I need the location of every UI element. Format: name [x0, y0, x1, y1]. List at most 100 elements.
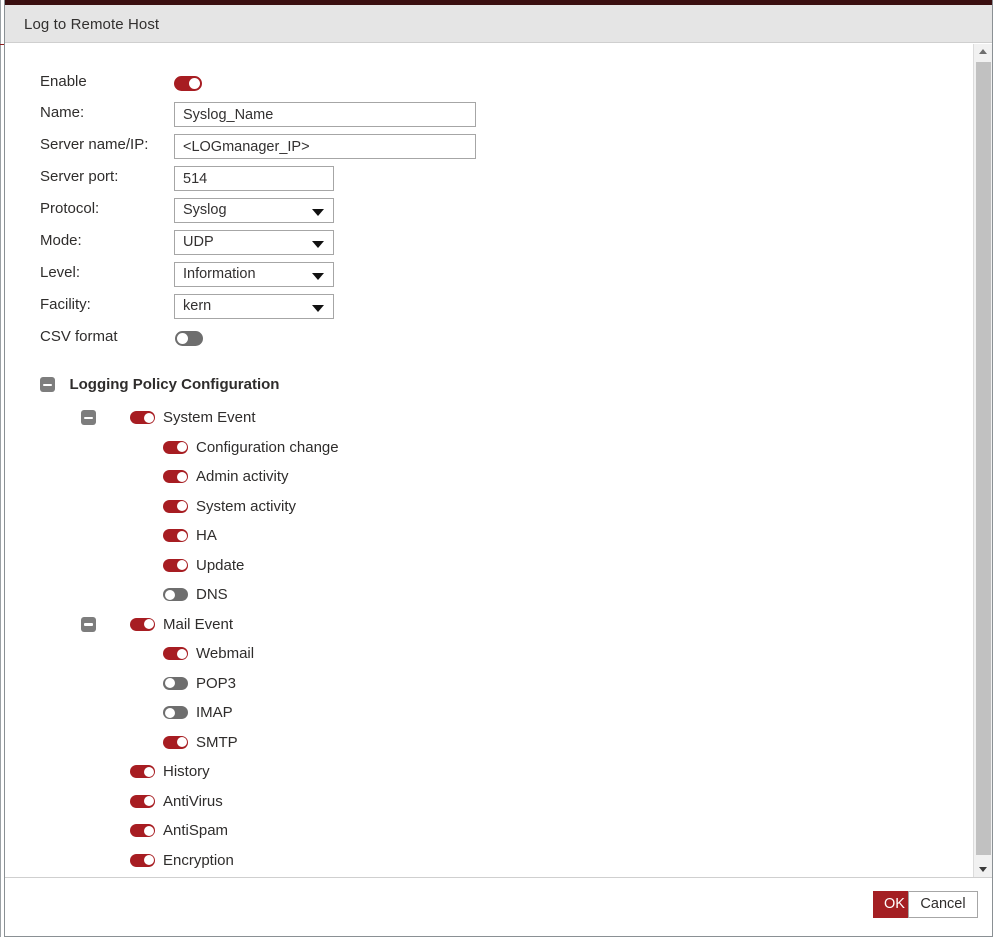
- scrollbar-up-button[interactable]: [974, 44, 992, 60]
- server-name-ip-label: Server name/IP:: [40, 136, 149, 153]
- toggle-switch-on-icon[interactable]: [163, 735, 188, 749]
- level-select[interactable]: Information: [174, 262, 334, 287]
- tree-node-label: Update: [196, 556, 245, 574]
- tree-node-label: SMTP: [196, 733, 238, 751]
- enable-toggle[interactable]: [174, 75, 202, 93]
- tree-node: AntiVirus: [130, 793, 223, 817]
- toggle-switch-off-icon[interactable]: [163, 676, 188, 690]
- tree-node-label: AntiSpam: [163, 822, 229, 840]
- toggle-knob: [164, 707, 175, 718]
- server-name-ip-input[interactable]: [174, 134, 476, 159]
- toggle-switch-on-icon[interactable]: [130, 617, 155, 631]
- field-row-mode: Mode: UDP: [5, 230, 525, 256]
- toggle-switch-off-icon[interactable]: [163, 588, 188, 602]
- dialog-title: Log to Remote Host: [24, 16, 160, 33]
- toggle-knob: [164, 678, 175, 689]
- mode-select[interactable]: UDP: [174, 230, 334, 255]
- collapse-minus-icon[interactable]: [81, 616, 96, 632]
- dialog-scrollbar[interactable]: [973, 44, 992, 877]
- tree-node-root: Logging Policy Configuration: [40, 376, 279, 400]
- tree-node-label: Mail Event: [163, 615, 234, 633]
- field-row-server-name-ip: Server name/IP:: [5, 134, 525, 160]
- mode-selected-value: UDP: [183, 234, 214, 250]
- toggle-switch-off-icon: [175, 331, 203, 347]
- toggle-switch-on-icon: [174, 76, 202, 92]
- dialog-body: Enable Name: Server name/IP: Server port…: [5, 44, 992, 877]
- log-to-remote-host-dialog: Log to Remote Host Enable Name: Server n…: [4, 0, 993, 937]
- facility-label: Facility:: [40, 296, 91, 313]
- chevron-down-icon: [312, 305, 324, 312]
- chevron-down-icon: [312, 209, 324, 216]
- toggle-switch-on-icon[interactable]: [130, 765, 155, 779]
- tree-node: IMAP: [163, 704, 233, 728]
- csv-format-label: CSV format: [40, 328, 118, 345]
- triangle-up-icon: [979, 49, 987, 54]
- tree-node: System Event: [81, 409, 256, 433]
- tree-node-label: IMAP: [196, 704, 233, 722]
- toggle-switch-on-icon[interactable]: [163, 529, 188, 543]
- tree-node: AntiSpam: [130, 822, 228, 846]
- toggle-knob: [143, 825, 154, 836]
- protocol-label: Protocol:: [40, 200, 100, 217]
- toggle-switch-on-icon[interactable]: [163, 647, 188, 661]
- toggle-knob: [176, 530, 187, 541]
- field-row-name: Name:: [5, 102, 525, 128]
- name-input[interactable]: [174, 102, 476, 127]
- toggle-switch-on-icon[interactable]: [130, 411, 155, 425]
- server-port-input[interactable]: [174, 166, 334, 191]
- toggle-switch-on-icon[interactable]: [130, 853, 155, 867]
- tree-node: Admin activity: [163, 468, 289, 492]
- chevron-down-icon: [312, 241, 324, 248]
- tree-node-label: Admin activity: [196, 468, 289, 486]
- facility-select[interactable]: kern: [174, 294, 334, 319]
- toggle-switch-on-icon[interactable]: [163, 440, 188, 454]
- scrollbar-down-button[interactable]: [974, 861, 992, 877]
- tree-root-label: Logging Policy Configuration: [69, 376, 280, 394]
- dialog-title-bar: Log to Remote Host: [5, 5, 992, 43]
- tree-node: Update: [163, 557, 244, 581]
- field-row-protocol: Protocol: Syslog: [5, 198, 525, 224]
- tree-node: Encryption: [130, 852, 234, 876]
- toggle-switch-off-icon[interactable]: [163, 706, 188, 720]
- toggle-switch-on-icon[interactable]: [163, 499, 188, 513]
- toggle-switch-on-icon[interactable]: [130, 824, 155, 838]
- field-row-csv-format: CSV format: [5, 326, 525, 352]
- server-port-label: Server port:: [40, 168, 119, 185]
- tree-node: Mail Event: [81, 616, 233, 640]
- tree-node-label: System Event: [163, 409, 256, 427]
- toggle-switch-on-icon[interactable]: [130, 794, 155, 808]
- tree-node: History: [130, 763, 210, 787]
- toggle-knob: [176, 737, 187, 748]
- tree-node-label: Webmail: [196, 645, 255, 663]
- csv-format-toggle[interactable]: [175, 330, 203, 348]
- triangle-down-icon: [979, 867, 987, 872]
- tree-node-label: DNS: [196, 586, 228, 604]
- field-row-facility: Facility: kern: [5, 294, 525, 320]
- scrollbar-thumb[interactable]: [976, 62, 991, 855]
- tree-node-label: AntiVirus: [163, 792, 223, 810]
- protocol-selected-value: Syslog: [183, 202, 227, 218]
- tree-node: System activity: [163, 498, 296, 522]
- toggle-knob: [143, 766, 154, 777]
- tree-node-label: History: [163, 763, 210, 781]
- dialog-footer: OK Cancel: [5, 877, 992, 936]
- tree-node: Webmail: [163, 645, 254, 669]
- collapse-minus-icon[interactable]: [40, 377, 55, 393]
- toggle-knob: [143, 796, 154, 807]
- toggle-switch-on-icon[interactable]: [163, 558, 188, 572]
- toggle-knob: [143, 412, 154, 423]
- toggle-switch-on-icon[interactable]: [163, 470, 188, 484]
- collapse-minus-icon[interactable]: [81, 410, 96, 426]
- name-label: Name:: [40, 104, 85, 121]
- field-row-level: Level: Information: [5, 262, 525, 288]
- level-label: Level:: [40, 264, 81, 281]
- tree-node-label: Encryption: [163, 851, 234, 869]
- toggle-knob: [143, 619, 154, 630]
- field-row-server-port: Server port:: [5, 166, 525, 192]
- tree-node: Configuration change: [163, 439, 339, 463]
- toggle-knob: [176, 442, 187, 453]
- mode-label: Mode:: [40, 232, 82, 249]
- cancel-button[interactable]: Cancel: [908, 891, 978, 918]
- toggle-knob: [176, 648, 187, 659]
- protocol-select[interactable]: Syslog: [174, 198, 334, 223]
